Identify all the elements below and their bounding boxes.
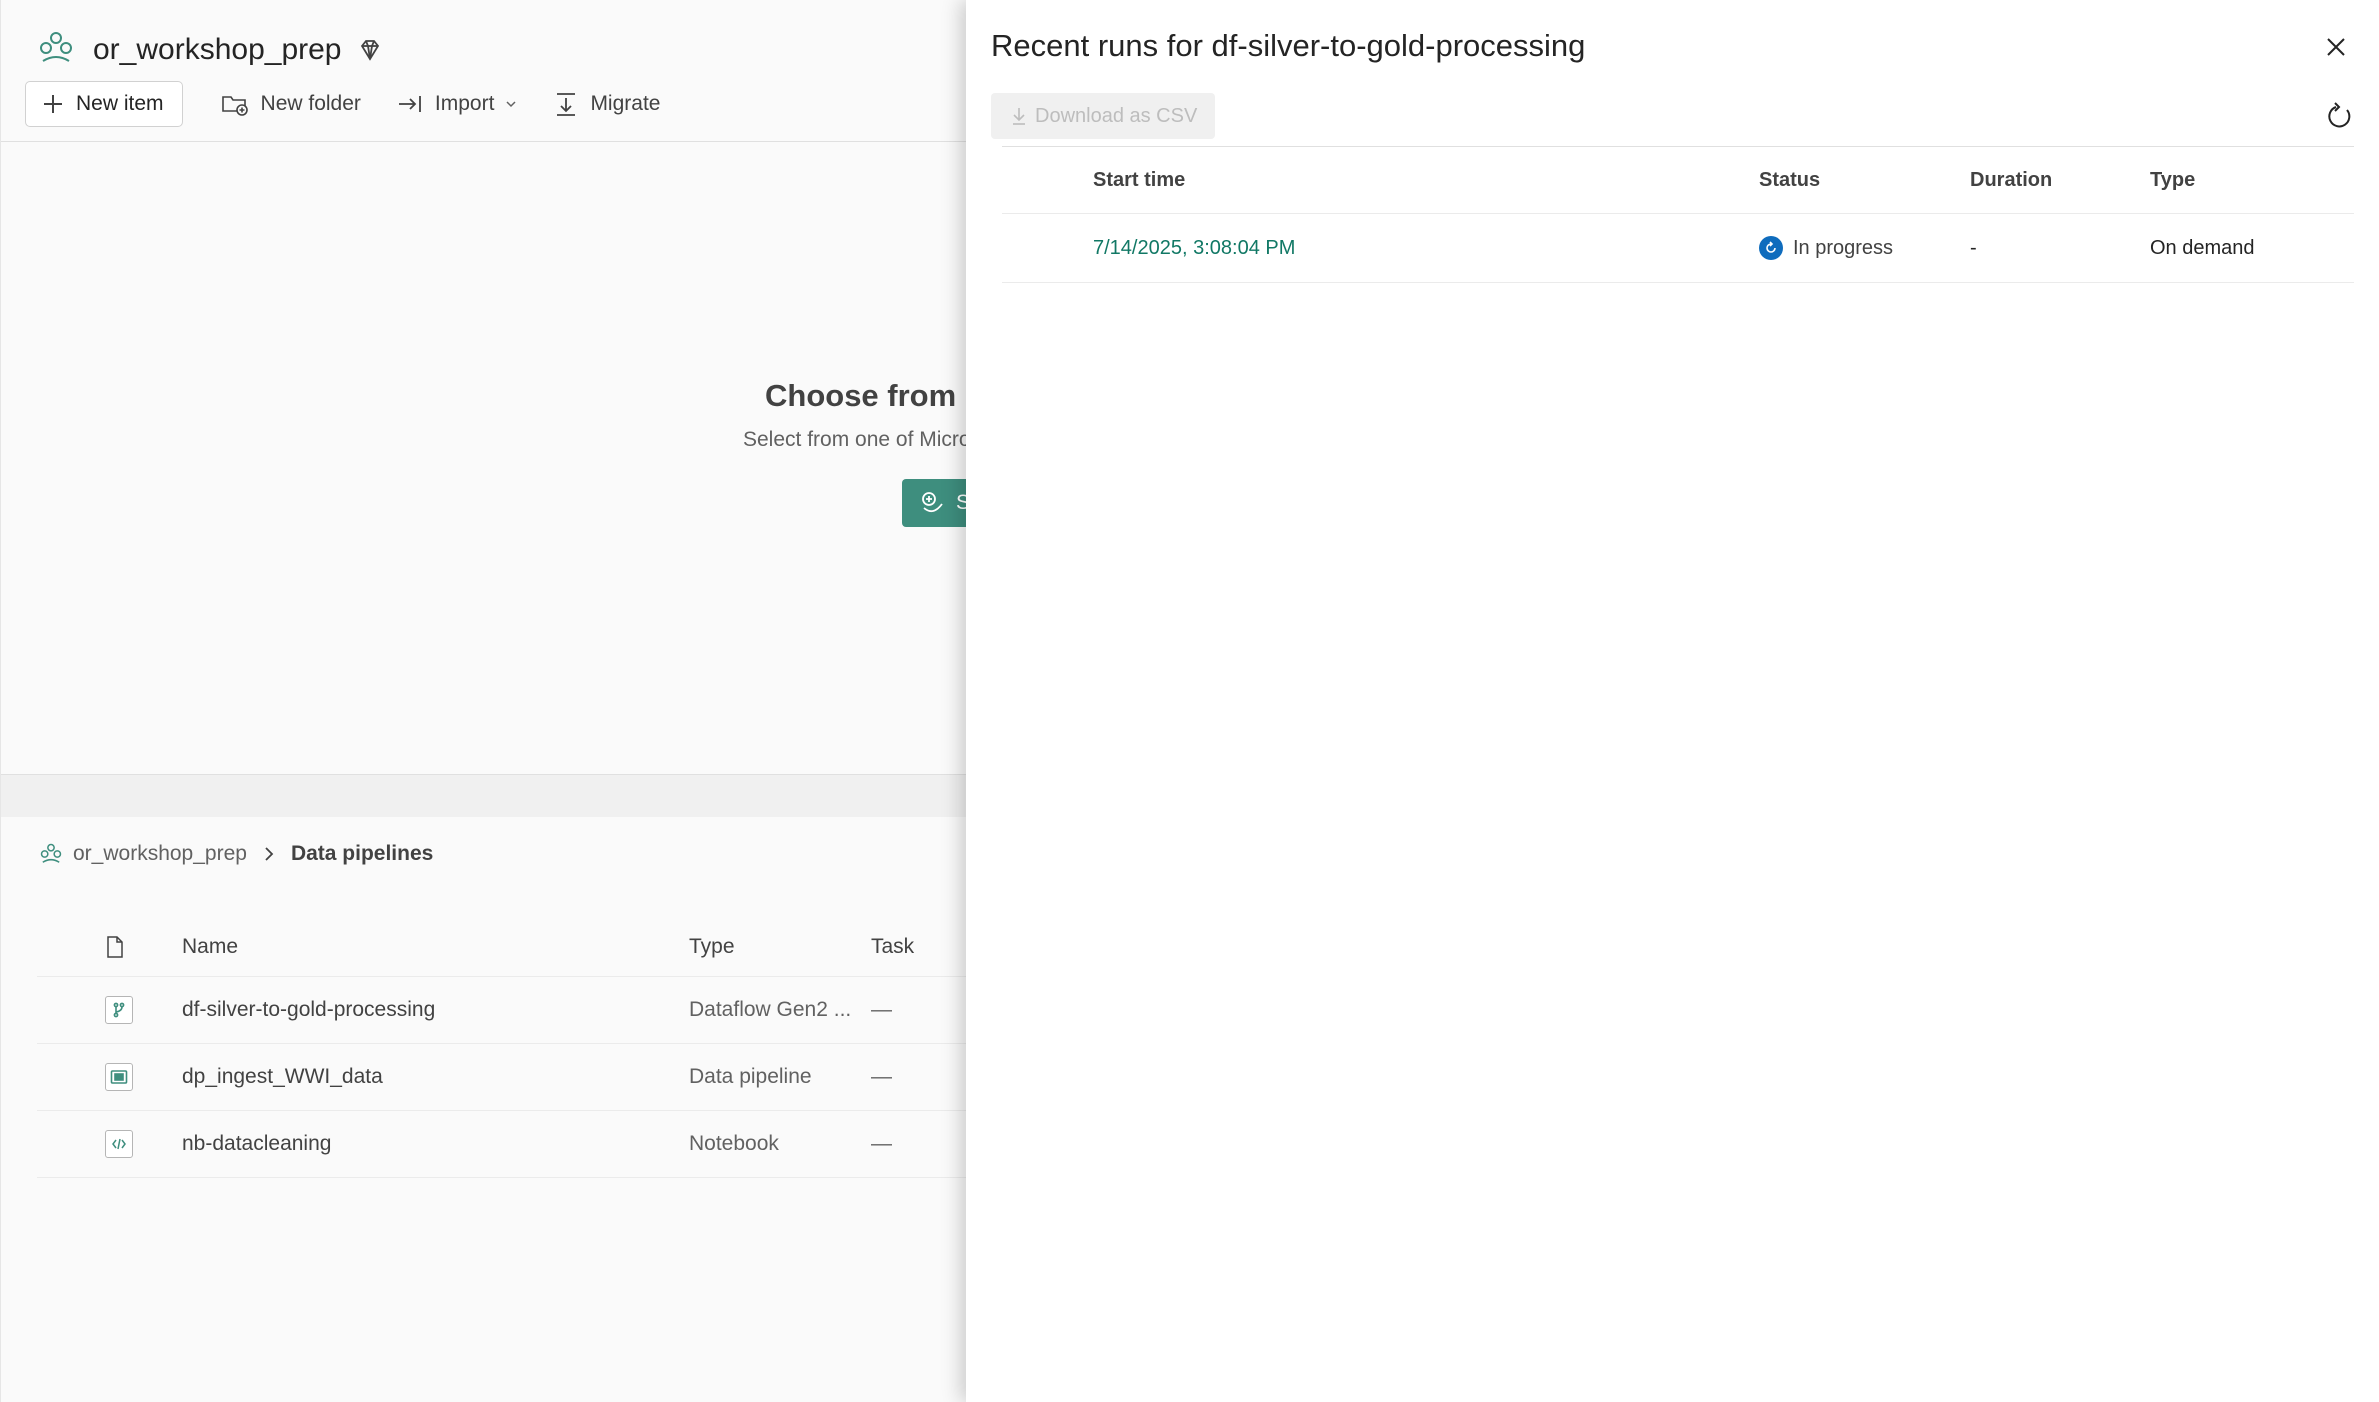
item-name-link[interactable]: dp_ingest_WWI_data (182, 1044, 383, 1110)
column-header-type[interactable]: Type (689, 918, 735, 976)
workspace-body (1, 142, 967, 774)
close-icon (2324, 35, 2348, 59)
new-folder-button[interactable]: New folder (203, 81, 379, 127)
column-header-type[interactable]: Type (2150, 147, 2195, 213)
in-progress-icon (1759, 236, 1783, 260)
file-type-icon[interactable] (105, 918, 125, 976)
column-header-task[interactable]: Task (871, 918, 914, 976)
table-row[interactable]: dp_ingest_WWI_data Data pipeline — (37, 1044, 967, 1111)
item-type: Data pipeline (689, 1065, 812, 1088)
items-table: Name Type Task df-silver-to-gold-process… (37, 918, 967, 1178)
workspace-toolbar: New item New folder Import Migrate (25, 80, 678, 128)
runs-table-header-row: Start time Status Duration Type (1002, 147, 2354, 214)
new-item-button[interactable]: New item (25, 81, 183, 127)
column-header-name[interactable]: Name (182, 918, 238, 976)
empty-state-subtitle: Select from one of Micro (743, 428, 971, 451)
refresh-icon (2324, 102, 2354, 132)
item-task: — (871, 1065, 892, 1088)
item-type: Notebook (689, 1132, 779, 1155)
folder-add-icon (221, 92, 249, 116)
workspace-header: or_workshop_prep New item New folder Imp… (1, 0, 967, 142)
chevron-right-icon (263, 845, 275, 863)
download-csv-button[interactable]: Download as CSV (991, 93, 1215, 139)
premium-diamond-icon[interactable] (357, 37, 383, 63)
item-name-link[interactable]: df-silver-to-gold-processing (182, 977, 435, 1043)
refresh-button[interactable] (2322, 100, 2356, 134)
recent-runs-panel: Recent runs for df-silver-to-gold-proces… (966, 0, 2379, 1402)
workspace-icon (37, 29, 75, 72)
breadcrumb-root-link[interactable]: or_workshop_prep (73, 842, 247, 866)
column-header-duration[interactable]: Duration (1970, 147, 2052, 213)
dataflow-icon (105, 996, 133, 1024)
import-label: Import (434, 92, 495, 115)
workspace-title: or_workshop_prep (93, 33, 342, 66)
import-arrow-icon (397, 93, 423, 115)
panel-title: Recent runs for df-silver-to-gold-proces… (991, 28, 1586, 63)
download-csv-label: Download as CSV (1035, 104, 1198, 127)
item-type: Dataflow Gen2 ... (689, 998, 852, 1021)
sample-icon (920, 490, 946, 516)
breadcrumb-current: Data pipelines (290, 842, 434, 865)
run-duration: - (1970, 236, 1977, 259)
workspace-view: or_workshop_prep New item New folder Imp… (0, 0, 984, 1402)
column-header-start-time[interactable]: Start time (1093, 147, 1185, 213)
runs-table: Start time Status Duration Type 7/14/202… (1002, 147, 2354, 283)
item-task: — (871, 1132, 892, 1155)
migrate-button[interactable]: Migrate (536, 81, 678, 127)
empty-state-title: Choose from p (765, 378, 984, 413)
new-item-label: New item (76, 92, 164, 115)
table-row[interactable]: 7/14/2025, 3:08:04 PM In progress - On d… (1002, 214, 2354, 283)
run-type: On demand (2150, 236, 2255, 259)
table-row[interactable]: nb-datacleaning Notebook — (37, 1111, 967, 1178)
chevron-down-icon (504, 99, 518, 109)
breadcrumb: or_workshop_prep Data pipelines (39, 842, 433, 866)
migrate-label: Migrate (590, 92, 661, 115)
close-button[interactable] (2321, 32, 2351, 62)
item-name-link[interactable]: nb-datacleaning (182, 1111, 331, 1177)
table-cell-icon (105, 977, 133, 1043)
table-header-row: Name Type Task (37, 918, 967, 977)
download-icon (1011, 106, 1027, 126)
import-menu-button[interactable]: Import (379, 81, 537, 127)
run-status: In progress (1759, 214, 1893, 282)
table-cell-icon (105, 1044, 133, 1110)
item-task: — (871, 998, 892, 1021)
migrate-icon (554, 91, 578, 117)
table-row[interactable]: df-silver-to-gold-processing Dataflow Ge… (37, 977, 967, 1044)
section-divider (1, 774, 967, 817)
column-header-status[interactable]: Status (1759, 147, 1820, 213)
run-start-time-link[interactable]: 7/14/2025, 3:08:04 PM (1093, 214, 1295, 282)
table-cell-icon (105, 1111, 133, 1177)
plus-icon (42, 93, 64, 115)
notebook-icon (105, 1130, 133, 1158)
workspace-title-row: or_workshop_prep (37, 30, 383, 70)
new-folder-label: New folder (260, 92, 361, 115)
run-status-label: In progress (1793, 236, 1894, 259)
pipeline-icon (105, 1063, 133, 1091)
workspace-small-icon (39, 842, 63, 866)
